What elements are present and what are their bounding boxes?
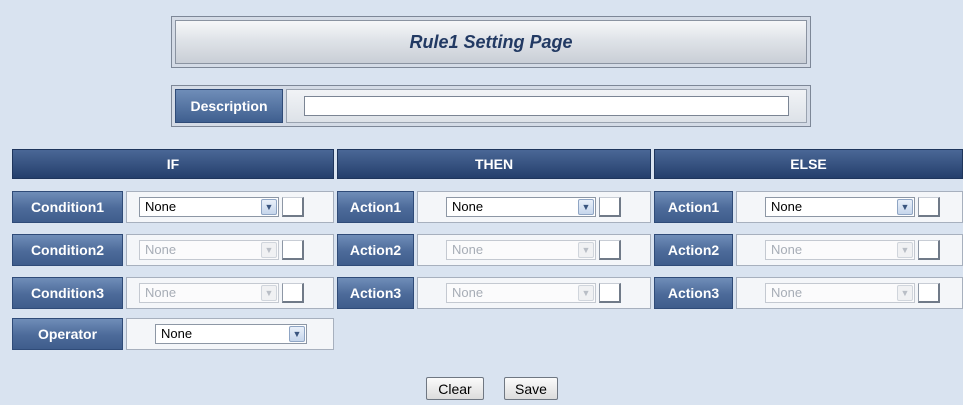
chevron-down-icon[interactable]: ▼ xyxy=(897,285,913,301)
then-action1-label: Action1 xyxy=(337,191,414,223)
description-input[interactable] xyxy=(304,96,789,116)
else-action1-cell: None ▼ xyxy=(736,191,963,223)
condition3-checkbox[interactable] xyxy=(282,283,304,303)
operator-label: Operator xyxy=(12,318,123,350)
else-action3-select-value: None xyxy=(771,285,803,300)
then-action2-select[interactable]: None ▼ xyxy=(446,240,596,260)
then-action1-select[interactable]: None ▼ xyxy=(446,197,596,217)
condition1-label: Condition1 xyxy=(12,191,123,223)
then-action2-checkbox[interactable] xyxy=(599,240,621,260)
then-action3-cell: None ▼ xyxy=(417,277,651,309)
operator-select-value: None xyxy=(161,326,193,341)
then-action2-cell: None ▼ xyxy=(417,234,651,266)
else-action2-checkbox[interactable] xyxy=(918,240,940,260)
else-action2-select-value: None xyxy=(771,242,803,257)
else-action1-select[interactable]: None ▼ xyxy=(765,197,915,217)
else-header: ELSE xyxy=(654,149,963,179)
then-action3-checkbox[interactable] xyxy=(599,283,621,303)
save-button[interactable]: Save xyxy=(504,377,558,400)
then-action3-label: Action3 xyxy=(337,277,414,309)
else-action1-label: Action1 xyxy=(654,191,733,223)
page-title: Rule1 Setting Page xyxy=(409,31,573,52)
else-action2-select[interactable]: None ▼ xyxy=(765,240,915,260)
chevron-down-icon[interactable]: ▼ xyxy=(261,285,277,301)
condition2-select-value: None xyxy=(145,242,177,257)
then-action1-select-value: None xyxy=(452,199,484,214)
else-action1-select-value: None xyxy=(771,199,803,214)
then-action1-cell: None ▼ xyxy=(417,191,651,223)
condition1-checkbox[interactable] xyxy=(282,197,304,217)
chevron-down-icon[interactable]: ▼ xyxy=(578,199,594,215)
then-header: THEN xyxy=(337,149,651,179)
description-frame: Description xyxy=(171,85,811,127)
else-action2-label: Action2 xyxy=(654,234,733,266)
condition1-cell: None ▼ xyxy=(126,191,334,223)
description-field-wrap xyxy=(286,89,807,123)
condition1-select[interactable]: None ▼ xyxy=(139,197,279,217)
else-action1-checkbox[interactable] xyxy=(918,197,940,217)
then-action2-select-value: None xyxy=(452,242,484,257)
title-bar: Rule1 Setting Page xyxy=(175,20,807,64)
chevron-down-icon[interactable]: ▼ xyxy=(897,242,913,258)
then-action2-label: Action2 xyxy=(337,234,414,266)
condition3-label: Condition3 xyxy=(12,277,123,309)
condition2-cell: None ▼ xyxy=(126,234,334,266)
condition2-select[interactable]: None ▼ xyxy=(139,240,279,260)
chevron-down-icon[interactable]: ▼ xyxy=(578,242,594,258)
else-action3-label: Action3 xyxy=(654,277,733,309)
else-action3-select[interactable]: None ▼ xyxy=(765,283,915,303)
title-frame: Rule1 Setting Page xyxy=(171,16,811,68)
condition3-select-value: None xyxy=(145,285,177,300)
chevron-down-icon[interactable]: ▼ xyxy=(261,242,277,258)
else-action3-cell: None ▼ xyxy=(736,277,963,309)
clear-button[interactable]: Clear xyxy=(426,377,484,400)
else-action2-cell: None ▼ xyxy=(736,234,963,266)
chevron-down-icon[interactable]: ▼ xyxy=(897,199,913,215)
if-header: IF xyxy=(12,149,334,179)
description-label: Description xyxy=(175,89,283,123)
operator-cell: None ▼ xyxy=(126,318,334,350)
then-action1-checkbox[interactable] xyxy=(599,197,621,217)
chevron-down-icon[interactable]: ▼ xyxy=(578,285,594,301)
chevron-down-icon[interactable]: ▼ xyxy=(289,326,305,342)
else-action3-checkbox[interactable] xyxy=(918,283,940,303)
operator-select[interactable]: None ▼ xyxy=(155,324,307,344)
then-action3-select-value: None xyxy=(452,285,484,300)
condition2-checkbox[interactable] xyxy=(282,240,304,260)
condition1-select-value: None xyxy=(145,199,177,214)
condition3-cell: None ▼ xyxy=(126,277,334,309)
then-action3-select[interactable]: None ▼ xyxy=(446,283,596,303)
condition2-label: Condition2 xyxy=(12,234,123,266)
chevron-down-icon[interactable]: ▼ xyxy=(261,199,277,215)
condition3-select[interactable]: None ▼ xyxy=(139,283,279,303)
